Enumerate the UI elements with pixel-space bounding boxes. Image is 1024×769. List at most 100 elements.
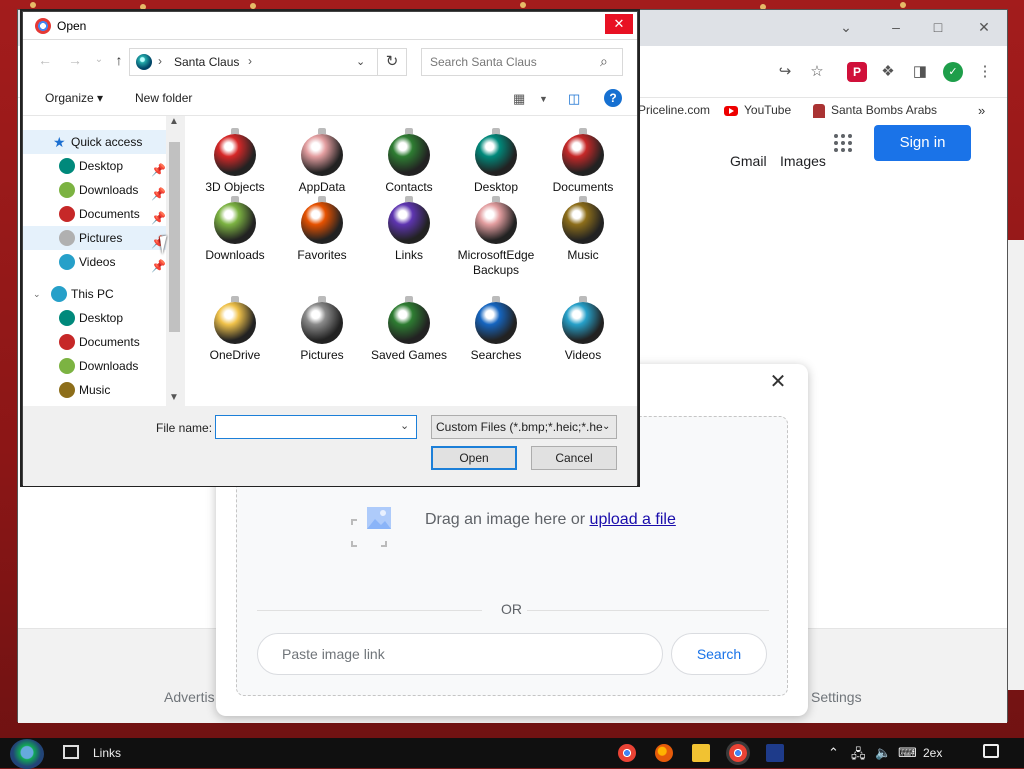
- footer-advertising-link[interactable]: Advertis: [164, 689, 215, 705]
- address-bar[interactable]: › Santa Claus › ⌄: [129, 48, 397, 76]
- file-item[interactable]: MicrosoftEdgeBackups: [454, 196, 538, 278]
- shield-extension-icon[interactable]: ✓: [943, 62, 963, 82]
- videos-ornament-icon: [59, 254, 75, 270]
- view-options-icon[interactable]: ▦: [513, 91, 525, 107]
- nav-item-documents[interactable]: Documents 📌: [23, 202, 183, 226]
- file-type-filter-select[interactable]: Custom Files (*.bmp;*.heic;*.he ⌄: [431, 415, 617, 439]
- links-toolbar[interactable]: Links: [93, 746, 121, 760]
- file-label: AppData: [298, 180, 346, 194]
- show-hidden-icons-icon[interactable]: ⌃: [828, 745, 839, 761]
- volume-icon[interactable]: 🔈: [875, 745, 891, 761]
- file-item[interactable]: Videos: [541, 296, 625, 363]
- open-button[interactable]: Open: [431, 446, 517, 470]
- search-button[interactable]: Search: [671, 633, 767, 675]
- preview-pane-icon[interactable]: ◫: [568, 91, 580, 107]
- sign-in-button[interactable]: Sign in: [874, 125, 971, 161]
- images-link[interactable]: Images: [780, 153, 826, 169]
- side-panel-icon[interactable]: ◨: [910, 62, 930, 82]
- breadcrumb[interactable]: Santa Claus: [174, 55, 239, 69]
- image-placeholder-icon: [351, 507, 391, 547]
- help-icon[interactable]: ?: [604, 89, 622, 107]
- close-icon[interactable]: ✕: [768, 372, 788, 392]
- file-name-dropdown-icon[interactable]: ⌄: [400, 419, 409, 432]
- scrollbar-thumb[interactable]: [169, 142, 180, 332]
- start-button[interactable]: [10, 739, 44, 769]
- up-arrow-icon[interactable]: ↑: [111, 52, 127, 68]
- view-dropdown-icon[interactable]: ▼: [539, 94, 548, 104]
- nav-label: Downloads: [79, 359, 139, 373]
- pocket-extension-icon[interactable]: P: [847, 62, 867, 82]
- santa-icon: [813, 103, 825, 118]
- file-item[interactable]: OneDrive: [193, 296, 277, 363]
- bookmark-santa[interactable]: Santa Bombs Arabs: [813, 103, 937, 118]
- nav-item-pc-documents[interactable]: Documents: [23, 330, 183, 354]
- new-folder-button[interactable]: New folder: [135, 91, 192, 105]
- folder-ornament-icon: [301, 128, 343, 176]
- forward-arrow-icon[interactable]: →: [67, 52, 83, 68]
- tab-search-icon[interactable]: ⌄: [834, 16, 858, 38]
- wallpaper-dot: [900, 2, 906, 8]
- file-label: Videos: [564, 348, 602, 362]
- file-item[interactable]: Favorites: [280, 196, 364, 263]
- minimize-icon[interactable]: –: [884, 16, 908, 38]
- chrome-active-taskbar-icon[interactable]: [729, 744, 747, 762]
- organize-menu[interactable]: Organize ▾: [45, 91, 103, 105]
- footer-settings-link[interactable]: Settings: [811, 689, 862, 705]
- page-scrollbar[interactable]: [1008, 240, 1024, 690]
- file-item[interactable]: Music: [541, 196, 625, 263]
- close-icon[interactable]: ✕: [972, 16, 996, 38]
- nav-item-pc-music[interactable]: Music: [23, 378, 183, 402]
- file-item[interactable]: Links: [367, 196, 451, 263]
- address-dropdown-icon[interactable]: ⌄: [356, 55, 365, 68]
- file-item[interactable]: Desktop: [454, 128, 538, 195]
- file-item[interactable]: Documents: [541, 128, 625, 195]
- chrome-taskbar-icon[interactable]: [618, 744, 636, 762]
- nav-item-desktop[interactable]: Desktop 📌: [23, 154, 183, 178]
- refresh-icon[interactable]: ↻: [377, 48, 407, 76]
- file-item[interactable]: Searches: [454, 296, 538, 363]
- notification-icon[interactable]: [983, 744, 999, 758]
- nav-this-pc[interactable]: ⌄ This PC: [23, 282, 183, 306]
- google-apps-icon[interactable]: [834, 134, 852, 152]
- file-explorer-icon[interactable]: [692, 744, 710, 762]
- bookmark-youtube[interactable]: YouTube: [724, 103, 791, 117]
- file-item[interactable]: Downloads: [193, 196, 277, 263]
- close-icon[interactable]: ✕: [605, 14, 633, 34]
- nav-item-downloads[interactable]: Downloads 📌: [23, 178, 183, 202]
- paste-image-link-input[interactable]: Paste image link: [257, 633, 663, 675]
- task-view-icon[interactable]: [63, 745, 79, 759]
- nav-item-pc-desktop[interactable]: Desktop: [23, 306, 183, 330]
- upload-file-link[interactable]: upload a file: [590, 511, 676, 528]
- nav-quick-access[interactable]: ★ Quick access: [23, 130, 183, 154]
- extensions-puzzle-icon[interactable]: ❖: [878, 62, 898, 82]
- bookmarks-overflow-icon[interactable]: »: [978, 103, 985, 118]
- back-arrow-icon[interactable]: ←: [37, 52, 53, 68]
- share-icon[interactable]: ↪: [775, 62, 795, 82]
- nav-label: Documents: [79, 335, 140, 349]
- folder-search-input[interactable]: Search Santa Claus ⌕: [421, 48, 623, 76]
- gmail-link[interactable]: Gmail: [730, 153, 767, 169]
- file-item[interactable]: Saved Games: [367, 296, 451, 363]
- bookmark-priceline[interactable]: Priceline.com: [638, 103, 710, 117]
- language-icon[interactable]: ⌨: [898, 745, 917, 761]
- menu-kebab-icon[interactable]: ⋮: [975, 62, 995, 82]
- file-name-input[interactable]: ⌄: [215, 415, 417, 439]
- file-item[interactable]: AppData: [280, 128, 364, 195]
- nav-item-pc-downloads[interactable]: Downloads: [23, 354, 183, 378]
- firefox-taskbar-icon[interactable]: [655, 744, 673, 762]
- cancel-button[interactable]: Cancel: [531, 446, 617, 470]
- file-item[interactable]: 3D Objects: [193, 128, 277, 195]
- powershell-icon[interactable]: [766, 744, 784, 762]
- scroll-up-icon[interactable]: ▲: [169, 116, 179, 127]
- maximize-icon[interactable]: □: [926, 16, 950, 38]
- clock[interactable]: 2ex: [923, 746, 942, 760]
- nav-item-videos[interactable]: Videos 📌: [23, 250, 183, 274]
- file-item[interactable]: Contacts: [367, 128, 451, 195]
- network-icon[interactable]: 🖧: [851, 745, 866, 767]
- scroll-down-icon[interactable]: ▼: [169, 392, 179, 403]
- bookmark-star-icon[interactable]: ☆: [807, 62, 827, 82]
- file-item[interactable]: Pictures: [280, 296, 364, 363]
- desktop-ornament-icon: [59, 310, 75, 326]
- divider: [257, 610, 482, 611]
- recent-locations-icon[interactable]: ⌄: [91, 52, 107, 68]
